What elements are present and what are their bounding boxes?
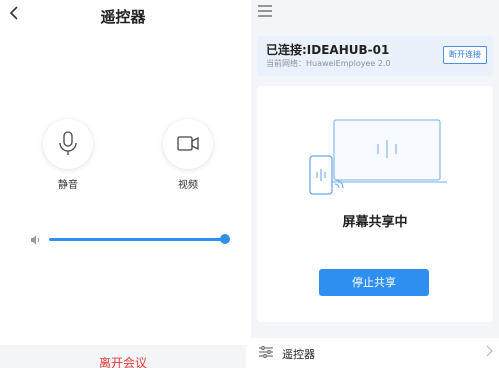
- screen-share-screen: 已连接:IDEAHUB-01 当前网络：HuaweiEmployee 2.0 断…: [251, 0, 499, 368]
- sliders-icon: [259, 346, 273, 358]
- microphone-icon: [59, 131, 77, 155]
- leave-meeting-button[interactable]: 离开会议: [0, 354, 246, 368]
- mute-button[interactable]: [43, 119, 93, 169]
- screen-share-illustration: [309, 119, 447, 195]
- chevron-right-icon: [486, 345, 493, 357]
- speaker-icon: [31, 235, 40, 245]
- connection-card: 已连接:IDEAHUB-01 当前网络：HuaweiEmployee 2.0 断…: [257, 36, 493, 76]
- share-status-text: 屏幕共享中: [342, 215, 408, 230]
- remote-control-row[interactable]: 遥控器: [251, 338, 499, 368]
- mute-label: 静音: [58, 180, 78, 191]
- volume-slider-thumb[interactable]: [220, 234, 230, 244]
- stop-sharing-button[interactable]: 停止共享: [319, 269, 429, 296]
- video-camera-icon: [177, 136, 199, 151]
- connection-title: 已连接:IDEAHUB-01: [266, 43, 390, 57]
- remote-control-screen: 遥控器 静音 视频 离开会议: [0, 0, 246, 368]
- video-button[interactable]: [163, 119, 213, 169]
- page-title: 遥控器: [100, 8, 146, 26]
- video-label: 视频: [178, 180, 198, 191]
- current-network: 当前网络：HuaweiEmployee 2.0: [266, 59, 391, 68]
- remote-control-label: 遥控器: [282, 348, 315, 361]
- hamburger-icon[interactable]: [258, 5, 272, 17]
- disconnect-button[interactable]: 断开连接: [443, 46, 487, 64]
- volume-slider-track[interactable]: [49, 238, 225, 241]
- screen-share-card: 屏幕共享中 停止共享: [257, 86, 493, 322]
